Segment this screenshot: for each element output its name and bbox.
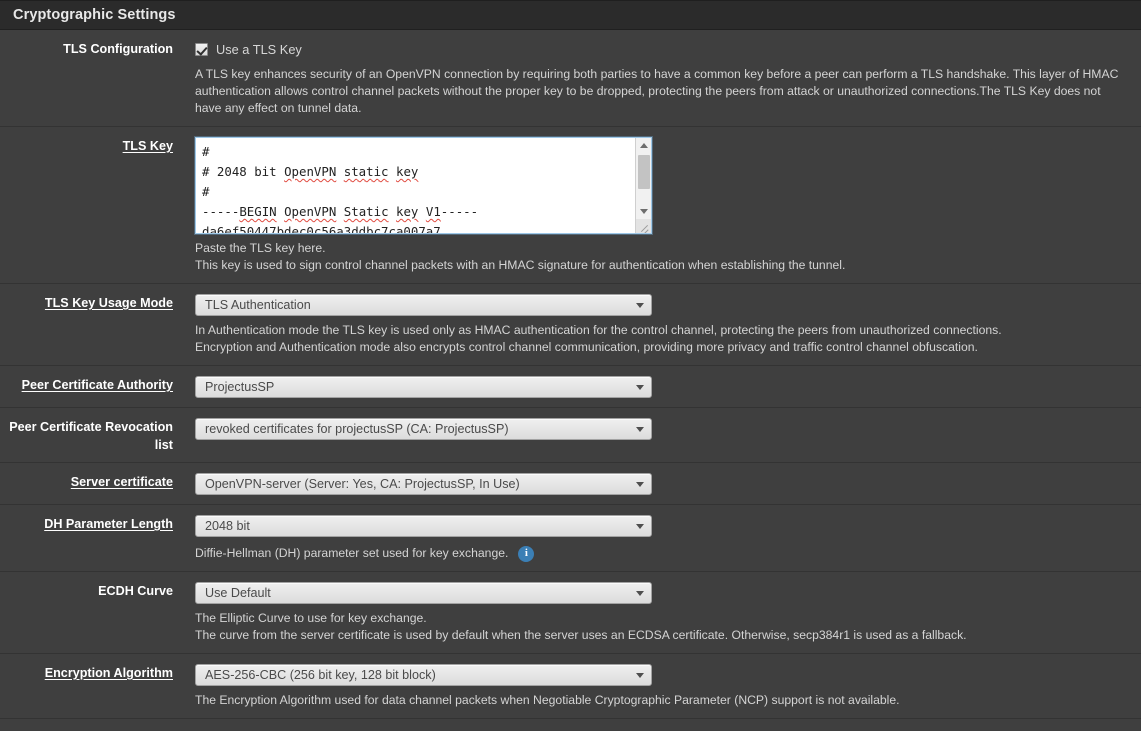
tls-key-textarea[interactable]: # # 2048 bit OpenVPN static key # -----B… xyxy=(195,137,652,234)
ecdh-curve-help-line-2: The curve from the server certificate is… xyxy=(195,628,967,642)
dh-parameter-length-help-row: Diffie-Hellman (DH) parameter set used f… xyxy=(195,545,1127,562)
row-ecdh-curve: ECDH Curve Use Default The Elliptic Curv… xyxy=(0,572,1141,654)
page-title: Cryptographic Settings xyxy=(13,7,176,23)
encryption-algorithm-select[interactable]: AES-256-CBC (256 bit key, 128 bit block) xyxy=(195,664,652,686)
tls-key-usage-mode-select[interactable]: TLS Authentication xyxy=(195,294,652,316)
row-tls-key-usage-mode: TLS Key Usage Mode TLS Authentication In… xyxy=(0,284,1141,366)
use-tls-key-checkbox-group[interactable]: Use a TLS Key xyxy=(195,40,1127,58)
ecdh-curve-help: The Elliptic Curve to use for key exchan… xyxy=(195,610,1120,644)
info-circle-icon[interactable]: i xyxy=(518,545,535,562)
label-cell-tls-configuration: TLS Configuration xyxy=(0,30,183,126)
ecdh-curve-select[interactable]: Use Default xyxy=(195,582,652,604)
tls-key-line-3: -----BEGIN OpenVPN Static key V1----- xyxy=(202,204,479,219)
field-cell-tls-key: # # 2048 bit OpenVPN static key # -----B… xyxy=(183,127,1141,283)
peer-certificate-revocation-list-select[interactable]: revoked certificates for projectusSP (CA… xyxy=(195,418,652,440)
label-ecdh-curve: ECDH Curve xyxy=(98,584,173,598)
label-cell-encryption-algorithm: Encryption Algorithm xyxy=(0,654,183,718)
use-tls-key-label[interactable]: Use a TLS Key xyxy=(216,42,302,57)
label-tls-key-usage-mode: TLS Key Usage Mode xyxy=(44,296,173,310)
chevron-down-icon[interactable] xyxy=(629,583,651,603)
tls-key-usage-mode-help: In Authentication mode the TLS key is us… xyxy=(195,322,1120,356)
chevron-down-icon[interactable] xyxy=(629,474,651,494)
label-encryption-algorithm: Encryption Algorithm xyxy=(44,666,173,680)
ecdh-curve-value: Use Default xyxy=(205,586,271,600)
tls-key-help-line-2: This key is used to sign control channel… xyxy=(195,258,846,272)
row-server-certificate: Server certificate OpenVPN-server (Serve… xyxy=(0,463,1141,505)
field-cell-encryption-algorithm: AES-256-CBC (256 bit key, 128 bit block)… xyxy=(183,654,1141,718)
row-tls-key: TLS Key # # 2048 bit OpenVPN static key … xyxy=(0,127,1141,284)
row-encryption-algorithm: Encryption Algorithm AES-256-CBC (256 bi… xyxy=(0,654,1141,719)
scrollbar-thumb[interactable] xyxy=(638,155,650,189)
tls-key-line-2: # xyxy=(202,184,210,199)
label-cell-server-certificate: Server certificate xyxy=(0,463,183,504)
dh-parameter-length-value: 2048 bit xyxy=(205,519,250,533)
server-certificate-value: OpenVPN-server (Server: Yes, CA: Project… xyxy=(205,477,520,491)
label-peer-certificate-authority: Peer Certificate Authority xyxy=(21,378,173,392)
resize-grip-icon[interactable] xyxy=(636,219,651,233)
label-server-certificate: Server certificate xyxy=(70,475,173,489)
scrollbar-track[interactable] xyxy=(636,153,651,204)
tls-key-line-1: # 2048 bit OpenVPN static key xyxy=(202,164,419,179)
field-cell-tls-key-usage-mode: TLS Authentication In Authentication mod… xyxy=(183,284,1141,365)
tls-key-line-4: da6ef50447bdec0c56a3ddbc7ca007a7 xyxy=(202,224,441,233)
row-peer-certificate-revocation-list: Peer Certificate Revocation list revoked… xyxy=(0,408,1141,463)
tls-key-scrollbar[interactable] xyxy=(635,138,651,233)
use-tls-key-checkbox[interactable] xyxy=(195,42,208,56)
tls-key-usage-mode-value: TLS Authentication xyxy=(205,298,311,312)
label-cell-peer-certificate-revocation-list: Peer Certificate Revocation list xyxy=(0,408,183,462)
chevron-down-icon[interactable] xyxy=(629,295,651,315)
label-tls-key: TLS Key xyxy=(122,139,173,153)
label-cell-ecdh-curve: ECDH Curve xyxy=(0,572,183,653)
server-certificate-select[interactable]: OpenVPN-server (Server: Yes, CA: Project… xyxy=(195,473,652,495)
chevron-down-icon[interactable] xyxy=(629,665,651,685)
field-cell-peer-certificate-authority: ProjectusSP xyxy=(183,366,1141,407)
label-cell-dh-parameter-length: DH Parameter Length xyxy=(0,505,183,571)
tls-key-line-0: # xyxy=(202,144,210,159)
label-dh-parameter-length: DH Parameter Length xyxy=(44,517,173,531)
peer-certificate-revocation-list-value: revoked certificates for projectusSP (CA… xyxy=(205,422,509,436)
tls-key-usage-mode-help-line-2: Encryption and Authentication mode also … xyxy=(195,340,978,354)
chevron-down-icon[interactable] xyxy=(629,516,651,536)
chevron-down-icon[interactable] xyxy=(629,377,651,397)
panel-header: Cryptographic Settings xyxy=(0,1,1141,30)
scroll-up-arrow-icon[interactable] xyxy=(636,138,651,153)
field-cell-peer-certificate-revocation-list: revoked certificates for projectusSP (CA… xyxy=(183,408,1141,462)
label-peer-certificate-revocation-list: Peer Certificate Revocation list xyxy=(9,420,173,452)
peer-certificate-authority-value: ProjectusSP xyxy=(205,380,275,394)
scroll-down-arrow-icon[interactable] xyxy=(636,204,651,219)
label-cell-tls-key: TLS Key xyxy=(0,127,183,283)
label-cell-tls-key-usage-mode: TLS Key Usage Mode xyxy=(0,284,183,365)
field-cell-ecdh-curve: Use Default The Elliptic Curve to use fo… xyxy=(183,572,1141,653)
tls-key-help-line-1: Paste the TLS key here. xyxy=(195,241,326,255)
ecdh-curve-help-line-1: The Elliptic Curve to use for key exchan… xyxy=(195,611,427,625)
encryption-algorithm-help: The Encryption Algorithm used for data c… xyxy=(195,693,900,707)
encryption-algorithm-value: AES-256-CBC (256 bit key, 128 bit block) xyxy=(205,668,436,682)
field-cell-server-certificate: OpenVPN-server (Server: Yes, CA: Project… xyxy=(183,463,1141,504)
chevron-down-icon[interactable] xyxy=(629,419,651,439)
dh-parameter-length-help: Diffie-Hellman (DH) parameter set used f… xyxy=(195,546,509,560)
field-cell-tls-configuration: Use a TLS Key A TLS key enhances securit… xyxy=(183,30,1141,126)
row-peer-certificate-authority: Peer Certificate Authority ProjectusSP xyxy=(0,366,1141,408)
tls-key-help: Paste the TLS key here. This key is used… xyxy=(195,240,1120,274)
row-tls-configuration: TLS Configuration Use a TLS Key A TLS ke… xyxy=(0,30,1141,127)
peer-certificate-authority-select[interactable]: ProjectusSP xyxy=(195,376,652,398)
tls-key-textarea-content[interactable]: # # 2048 bit OpenVPN static key # -----B… xyxy=(196,138,635,233)
cryptographic-settings-panel: Cryptographic Settings TLS Configuration… xyxy=(0,0,1141,719)
field-cell-dh-parameter-length: 2048 bit Diffie-Hellman (DH) parameter s… xyxy=(183,505,1141,571)
row-dh-parameter-length: DH Parameter Length 2048 bit Diffie-Hell… xyxy=(0,505,1141,572)
label-tls-configuration: TLS Configuration xyxy=(63,42,173,56)
tls-key-usage-mode-help-line-1: In Authentication mode the TLS key is us… xyxy=(195,323,1002,337)
tls-configuration-help: A TLS key enhances security of an OpenVP… xyxy=(195,67,1119,115)
label-cell-peer-certificate-authority: Peer Certificate Authority xyxy=(0,366,183,407)
dh-parameter-length-select[interactable]: 2048 bit xyxy=(195,515,652,537)
